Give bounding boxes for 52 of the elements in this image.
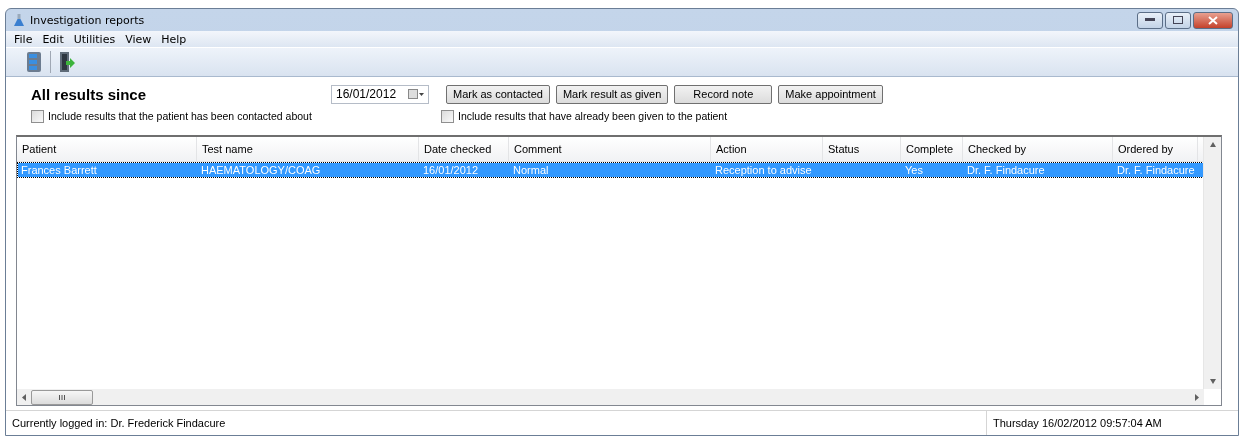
date-field[interactable]: 16/01/2012 <box>331 84 429 104</box>
menu-item[interactable]: Utilities <box>68 32 121 46</box>
column-header[interactable]: Status <box>823 137 901 161</box>
column-header[interactable]: Comment <box>509 137 711 161</box>
vertical-scrollbar[interactable] <box>1203 137 1221 389</box>
action-button[interactable]: Mark as contacted <box>446 84 550 104</box>
menu-item[interactable]: View <box>120 32 157 46</box>
table-cell-text: Reception to advise <box>714 163 813 177</box>
column-header[interactable]: Checked by <box>963 137 1113 161</box>
table-cell-text: Frances Barrett <box>20 163 98 177</box>
table-cell-text: Yes <box>904 163 924 177</box>
maximize-button[interactable] <box>1165 11 1191 29</box>
column-header[interactable]: Test name <box>197 137 419 161</box>
table-cell-text: Dr. F. Findacure <box>966 163 1046 177</box>
scroll-left-arrow-icon[interactable] <box>21 393 27 401</box>
column-header[interactable]: Action <box>711 137 823 161</box>
calendar-dropdown-icon[interactable] <box>408 89 424 99</box>
filter-heading: All results since <box>31 85 148 103</box>
table-cell-text: Normal <box>512 163 550 177</box>
column-header[interactable]: Complete <box>901 137 963 161</box>
minimize-button[interactable] <box>1137 11 1163 29</box>
action-button[interactable]: Make appointment <box>778 84 883 104</box>
checkbox-label: Include results that have already been given to the patient <box>458 110 728 122</box>
column-header[interactable]: Patient <box>17 137 197 161</box>
column-header[interactable]: Date checked <box>419 137 509 161</box>
horizontal-scrollbar[interactable] <box>17 389 1204 405</box>
window-title: Investigation reports <box>30 13 145 27</box>
menu-item[interactable]: Help <box>156 32 192 46</box>
action-button[interactable]: Mark result as given <box>555 84 669 104</box>
minimize-icon <box>1145 18 1155 22</box>
filing-cabinet-icon[interactable] <box>26 51 42 73</box>
menu-item[interactable]: File <box>9 32 38 46</box>
action-button[interactable]: Record note <box>674 84 773 104</box>
column-header[interactable]: Ordered by <box>1113 137 1198 161</box>
table-cell-text: 16/01/2012 <box>422 163 480 177</box>
close-button[interactable] <box>1193 11 1233 29</box>
scroll-thumb[interactable] <box>31 389 93 405</box>
table-cell-text: Dr. F. Findacure <box>1116 163 1196 177</box>
scroll-right-arrow-icon[interactable] <box>1194 393 1200 401</box>
checkbox[interactable] <box>31 109 44 123</box>
checkbox-label: Include results that the patient has been contacted about <box>48 110 312 122</box>
scroll-down-arrow-icon[interactable] <box>1209 378 1216 385</box>
checkbox[interactable] <box>441 109 454 123</box>
scroll-up-arrow-icon[interactable] <box>1209 141 1216 148</box>
maximize-icon <box>1173 16 1183 24</box>
table-cell-text: HAEMATOLOGY/COAG <box>200 163 322 177</box>
exit-door-icon[interactable] <box>59 51 75 73</box>
status-datetime: Thursday 16/02/2012 09:57:04 AM <box>986 411 1238 435</box>
close-icon <box>1208 15 1218 25</box>
logged-in-user: Currently logged in: Dr. Frederick Findacure <box>11 417 227 429</box>
flask-icon <box>14 13 24 27</box>
menu-item[interactable]: Edit <box>37 32 69 46</box>
